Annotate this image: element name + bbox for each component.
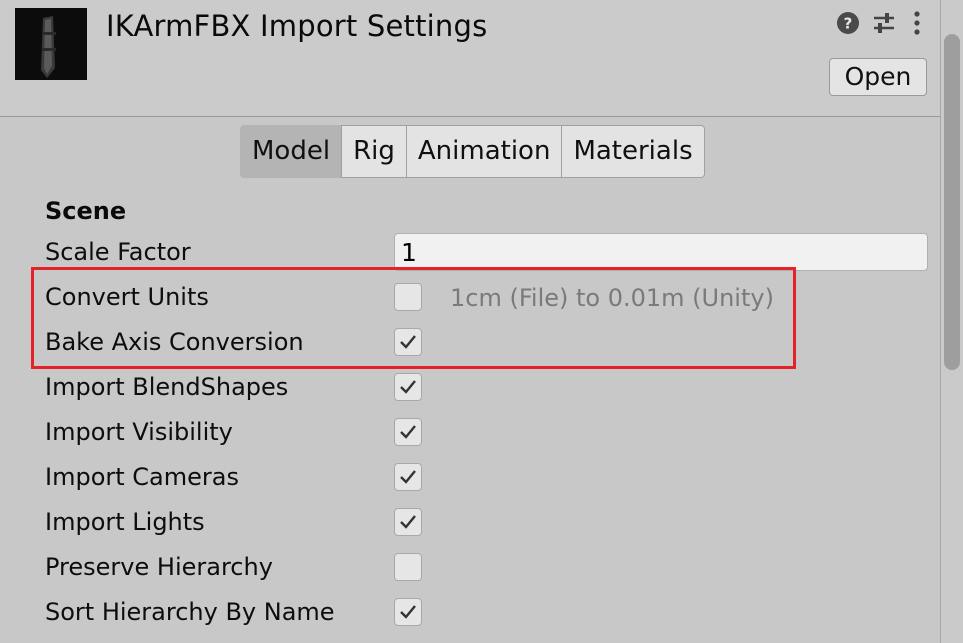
checkmark-icon [400, 470, 416, 484]
checkmark-icon [400, 515, 416, 529]
more-vert-icon[interactable] [907, 10, 927, 36]
tab-model[interactable]: Model [240, 125, 343, 178]
preserve-hierarchy-checkbox[interactable] [394, 553, 422, 581]
import-lights-label: Import Lights [45, 508, 205, 536]
inspector-title: IKArmFBX Import Settings [106, 9, 488, 43]
preserve-hierarchy-label: Preserve Hierarchy [45, 553, 273, 581]
import-visibility-checkbox[interactable] [394, 418, 422, 446]
checkmark-icon [400, 425, 416, 439]
scale-factor-label: Scale Factor [45, 238, 191, 266]
import-cameras-label: Import Cameras [45, 463, 239, 491]
import-visibility-label: Import Visibility [45, 418, 233, 446]
open-button[interactable]: Open [829, 58, 927, 96]
help-icon[interactable]: ? [835, 10, 861, 36]
import-blendshapes-label: Import BlendShapes [45, 373, 289, 401]
svg-text:?: ? [844, 15, 853, 33]
model-preview-thumbnail [15, 8, 87, 80]
highlight-box [31, 267, 796, 369]
scale-factor-input[interactable] [394, 233, 928, 271]
section-title-scene: Scene [45, 197, 127, 225]
checkmark-icon [400, 380, 416, 394]
preset-sliders-icon[interactable] [871, 10, 897, 36]
checkmark-icon [400, 605, 416, 619]
sort-hierarchy-by-name-label: Sort Hierarchy By Name [45, 598, 335, 626]
tab-materials[interactable]: Materials [561, 125, 705, 178]
inspector-header: IKArmFBX Import Settings ? Open [0, 0, 940, 117]
tab-animation[interactable]: Animation [405, 125, 563, 178]
tab-rig[interactable]: Rig [341, 125, 407, 178]
import-blendshapes-checkbox[interactable] [394, 373, 422, 401]
import-cameras-checkbox[interactable] [394, 463, 422, 491]
scrollbar-thumb[interactable] [944, 34, 960, 370]
sort-hierarchy-by-name-checkbox[interactable] [394, 598, 422, 626]
import-tabs: Model Rig Animation Materials [240, 125, 705, 178]
import-lights-checkbox[interactable] [394, 508, 422, 536]
